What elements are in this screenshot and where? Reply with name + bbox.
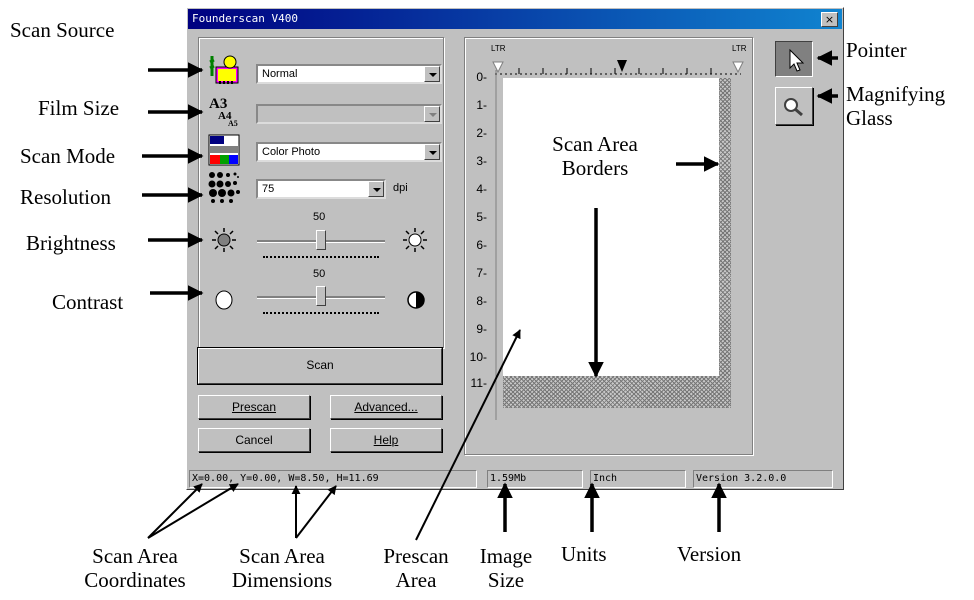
film-size-select[interactable] bbox=[256, 104, 442, 124]
advanced-button[interactable]: Advanced... bbox=[330, 395, 442, 419]
resolution-unit: dpi bbox=[393, 182, 408, 194]
callout-film-size: Film Size bbox=[38, 96, 120, 120]
ruler-mark-8: 8- bbox=[476, 294, 487, 308]
cancel-button[interactable]: Cancel bbox=[198, 428, 310, 452]
callout-resolution: Resolution bbox=[20, 185, 112, 209]
prescan-ruler: LTR LTR 0- 1- 2- 3- 4- 5- 6- 7- 8- 9- 10… bbox=[467, 40, 749, 450]
callout-magnifying-glass: Magnifying Glass bbox=[846, 82, 946, 131]
ruler-mark-6: 6- bbox=[476, 238, 487, 252]
scan-source-value: Normal bbox=[262, 68, 298, 80]
status-units: Inch bbox=[590, 470, 686, 488]
scan-mode-select[interactable]: Color Photo bbox=[256, 142, 442, 162]
scan-source-icon bbox=[208, 54, 240, 86]
callout-version: Version bbox=[677, 542, 742, 566]
status-version: Version 3.2.0.0 bbox=[693, 470, 833, 488]
brightness-ticks bbox=[263, 256, 379, 260]
help-button-label: Help bbox=[373, 433, 399, 447]
callout-scan-source: Scan Source bbox=[10, 18, 115, 42]
brightness-low-icon bbox=[212, 228, 236, 252]
close-button[interactable]: × bbox=[821, 12, 838, 27]
scan-area-border-right[interactable] bbox=[719, 78, 731, 408]
scan-source-select[interactable]: Normal bbox=[256, 64, 442, 84]
ruler-mark-5: 5- bbox=[476, 210, 487, 224]
chevron-down-icon[interactable] bbox=[424, 106, 440, 122]
scanner-window: Founderscan V400 × Normal A3 A4 A5 Color… bbox=[186, 7, 844, 490]
callout-image-size: Image Size bbox=[479, 544, 533, 593]
resolution-value: 75 bbox=[262, 183, 275, 195]
pointer-tool-icon bbox=[789, 48, 805, 72]
ruler-mark-1: 1- bbox=[476, 98, 487, 112]
contrast-ticks bbox=[263, 312, 379, 316]
callout-prescan-area: Prescan Area bbox=[383, 544, 449, 593]
contrast-low-icon bbox=[213, 289, 235, 311]
ruler-mark-3: 3- bbox=[476, 154, 487, 168]
contrast-high-icon bbox=[405, 289, 427, 311]
chevron-down-icon[interactable] bbox=[424, 144, 440, 160]
callout-scan-area-borders: Scan Area Borders bbox=[552, 132, 638, 181]
brightness-slider[interactable] bbox=[257, 226, 385, 260]
resolution-select[interactable]: 75 bbox=[256, 179, 386, 199]
contrast-value-label: 50 bbox=[313, 268, 326, 280]
pointer-tool-button[interactable] bbox=[775, 41, 813, 77]
scan-mode-icon bbox=[208, 134, 240, 166]
contrast-thumb[interactable] bbox=[316, 286, 326, 306]
prescan-button-label: Prescan bbox=[231, 400, 277, 414]
callout-scan-mode: Scan Mode bbox=[20, 144, 116, 168]
ruler-mark-9: 9- bbox=[476, 322, 487, 336]
advanced-button-label: Advanced... bbox=[354, 400, 418, 414]
callout-brightness: Brightness bbox=[26, 231, 116, 255]
ruler-mark-0: 0- bbox=[476, 70, 487, 84]
ruler-mark-10: 10- bbox=[469, 350, 487, 364]
ruler-mark-11: 11- bbox=[470, 376, 487, 390]
scan-button[interactable]: Scan bbox=[198, 348, 442, 384]
svg-text:A5: A5 bbox=[228, 119, 238, 128]
brightness-thumb[interactable] bbox=[316, 230, 326, 250]
scan-area[interactable] bbox=[503, 78, 719, 376]
ruler-mark-2: 2- bbox=[476, 126, 487, 140]
status-image-size: 1.59Mb bbox=[487, 470, 583, 488]
brightness-value-label: 50 bbox=[313, 211, 326, 223]
film-size-icon: A3 A4 A5 bbox=[206, 94, 242, 128]
callout-scan-area-coordinates: Scan Area Coordinates bbox=[84, 544, 186, 593]
ruler-mark-7: 7- bbox=[476, 266, 487, 280]
magnifier-tool-button[interactable] bbox=[775, 87, 813, 125]
brightness-high-icon bbox=[403, 228, 427, 252]
prescan-button[interactable]: Prescan bbox=[198, 395, 310, 419]
scan-button-label: Scan bbox=[306, 358, 334, 372]
scan-mode-value: Color Photo bbox=[262, 146, 321, 158]
contrast-slider[interactable] bbox=[257, 282, 385, 316]
chevron-down-icon[interactable] bbox=[368, 181, 384, 197]
window-title: Founderscan V400 bbox=[192, 12, 298, 25]
callout-scan-area-dimensions: Scan Area Dimensions bbox=[231, 544, 333, 593]
magnifier-tool-icon bbox=[784, 98, 803, 117]
status-coordinates: X=0.00, Y=0.00, W=8.50, H=11.69 bbox=[189, 470, 477, 488]
chevron-down-icon[interactable] bbox=[424, 66, 440, 82]
callout-units: Units bbox=[561, 542, 607, 566]
resolution-icon bbox=[208, 171, 240, 203]
callout-pointer: Pointer bbox=[846, 38, 907, 62]
scan-area-border-bottom[interactable] bbox=[503, 376, 731, 408]
cancel-button-label: Cancel bbox=[235, 433, 273, 447]
callout-contrast: Contrast bbox=[52, 290, 124, 314]
title-bar: Founderscan V400 × bbox=[188, 9, 842, 29]
help-button[interactable]: Help bbox=[330, 428, 442, 452]
ruler-mark-4: 4- bbox=[476, 182, 487, 196]
